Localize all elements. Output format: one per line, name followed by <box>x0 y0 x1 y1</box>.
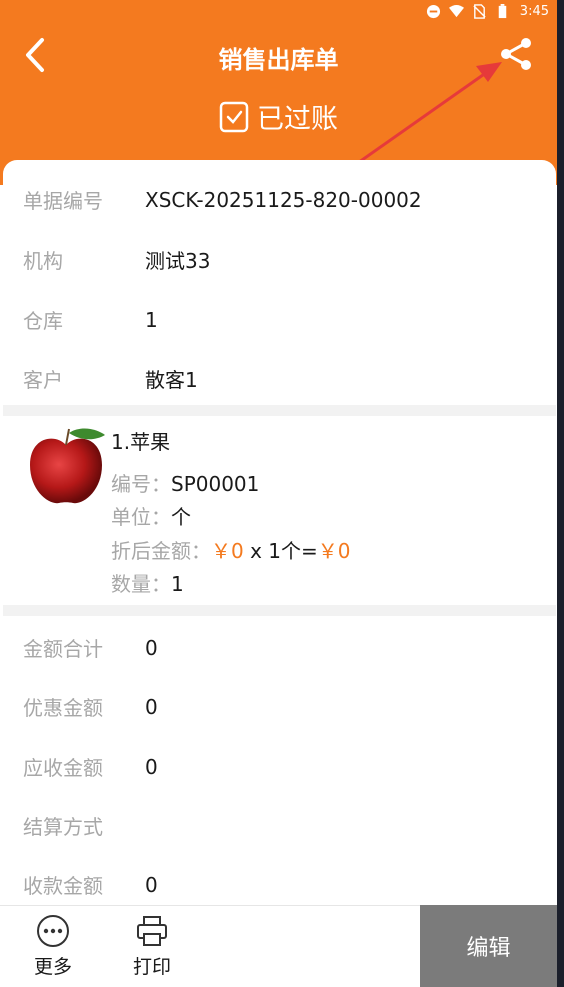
printer-icon <box>137 916 167 946</box>
summary-row-total: 金额合计 0 <box>23 635 158 662</box>
summary-row-settlement: 结算方式 <box>23 815 103 839</box>
more-icon <box>37 915 69 947</box>
item-name: 1.苹果 <box>111 430 171 454</box>
posted-label: 已过账 <box>257 104 338 135</box>
summary-row-receivable: 应收金额 0 <box>23 754 158 781</box>
dnd-icon <box>426 4 440 19</box>
status-time: 3:45 <box>519 4 549 19</box>
item-unit: 单位：个 <box>111 505 191 529</box>
content-card: 单据编号 XSCK-20251125-820-00002 机构 测试33 仓库 1 客… <box>3 160 556 920</box>
edit-button[interactable]: 编辑 <box>420 905 557 987</box>
info-row-warehouse: 仓库 1 <box>23 307 158 334</box>
item-code: 编号：SP00001 <box>111 472 260 496</box>
battery-icon <box>498 4 507 19</box>
print-button[interactable]: 打印 <box>122 914 182 979</box>
info-row-org: 机构 测试33 <box>23 249 211 273</box>
summary-row-received: 收款金额 0 <box>23 872 158 899</box>
phone-screen: 3:45 销售出库单 已过账 单据编号 XSCK-20251125-820-000… <box>0 0 557 987</box>
divider <box>3 405 556 416</box>
item-price: 折后金额：￥0 x 1个=￥0 <box>111 539 351 563</box>
status-bar: 3:45 <box>0 0 557 26</box>
no-sim-icon <box>473 4 486 19</box>
summary-row-discount: 优惠金额 0 <box>23 694 158 721</box>
more-label: 更多 <box>33 956 72 978</box>
checkbox-icon <box>219 101 249 132</box>
divider <box>3 605 556 616</box>
info-row-customer: 客户 散客1 <box>23 368 198 392</box>
apple-image <box>30 428 105 504</box>
print-label: 打印 <box>132 956 171 978</box>
header: 3:45 销售出库单 已过账 <box>0 0 557 185</box>
item-qty: 数量：1 <box>111 572 184 596</box>
wifi-icon <box>448 4 464 18</box>
info-row-doc-no: 单据编号 XSCK-20251125-820-00002 <box>23 187 422 214</box>
more-button[interactable]: 更多 <box>23 914 83 979</box>
